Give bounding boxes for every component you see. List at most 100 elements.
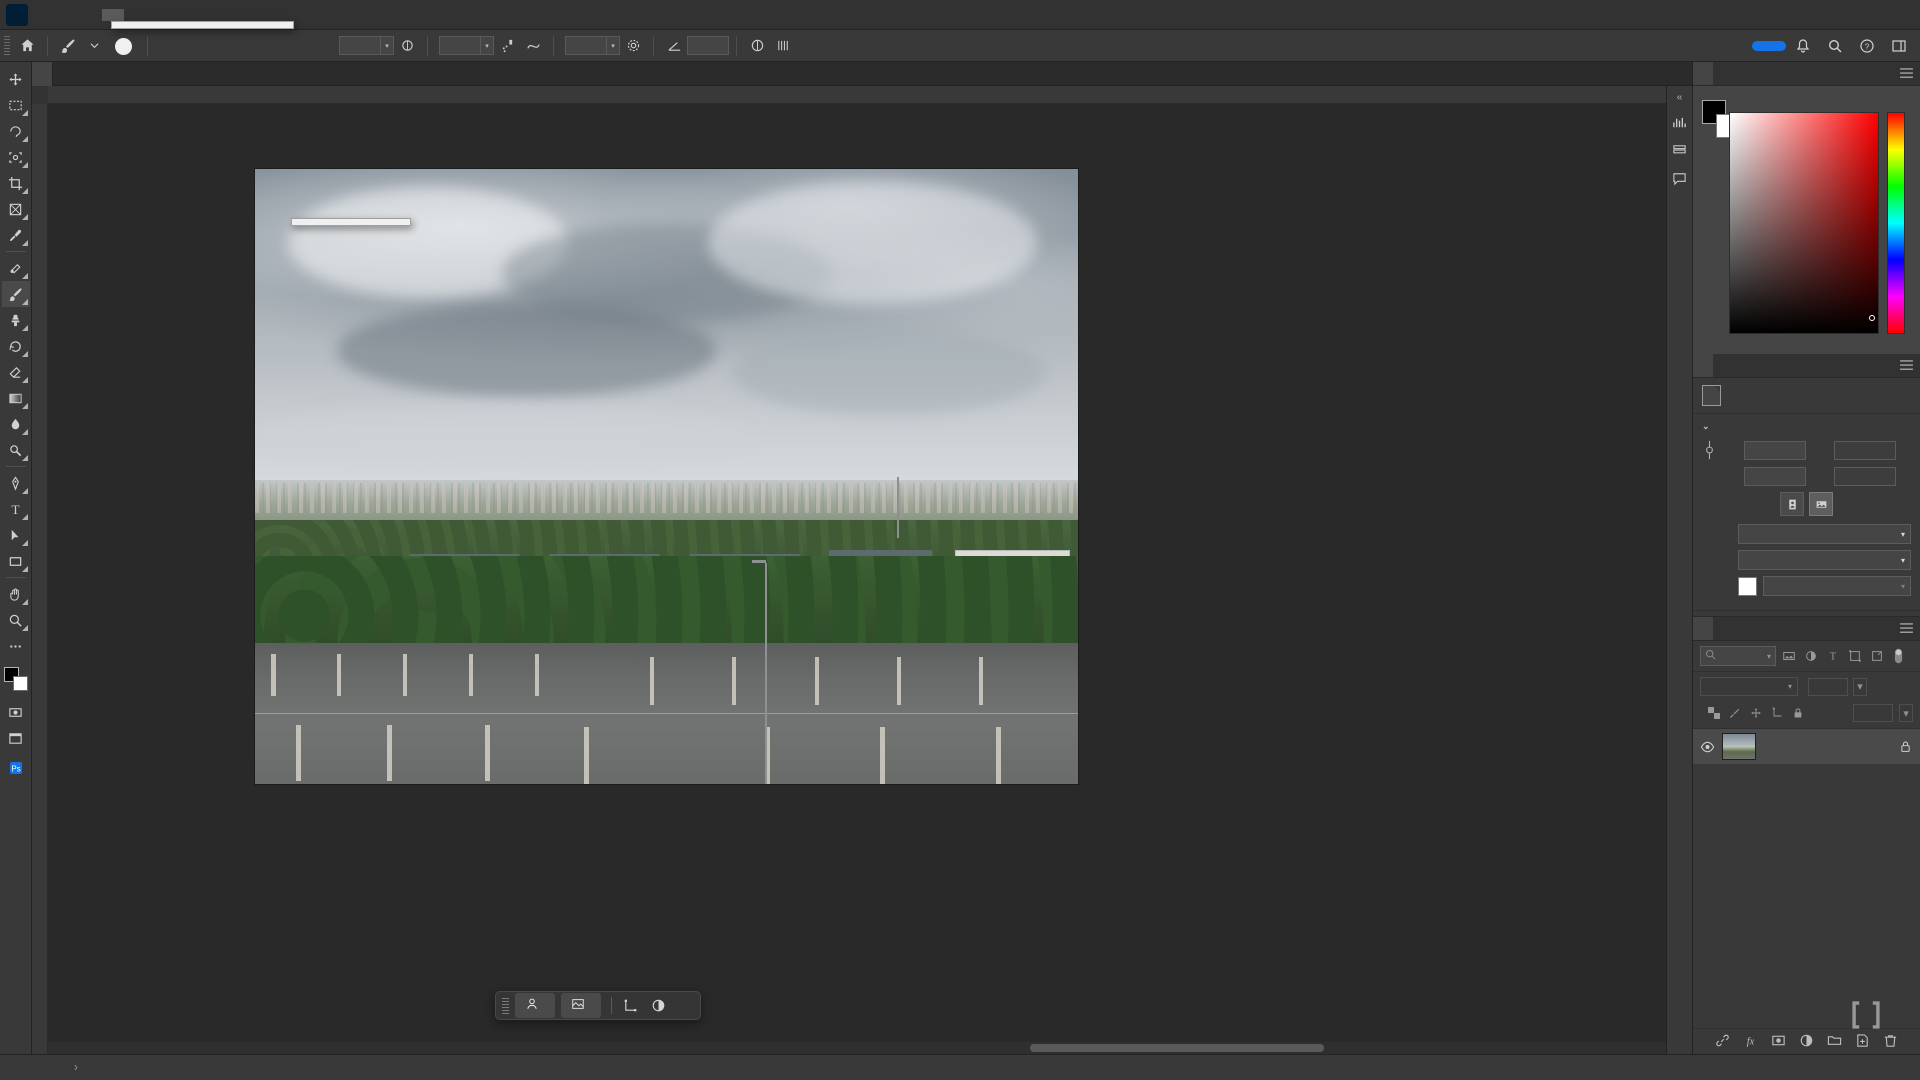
color-picker-handle[interactable] [1869,315,1875,321]
tab-adjustments[interactable] [1713,354,1733,377]
menu-image[interactable] [80,9,102,21]
hue-slider[interactable] [1887,112,1905,334]
layers-panel-menu-icon[interactable] [1893,617,1920,640]
filter-pixel-layers-icon[interactable] [1779,646,1798,666]
tool-screen-mode[interactable] [2,725,30,751]
color-swatches[interactable] [2,665,30,693]
tool-lasso[interactable] [2,118,30,144]
layer-lock-icon[interactable] [1898,740,1913,753]
tool-logo-badge[interactable]: Ps [2,755,30,781]
filter-shape-layers-icon[interactable] [1845,646,1864,666]
remove-background-button[interactable] [561,993,601,1018]
menu-plugins[interactable] [212,9,234,21]
brush-angle-input[interactable] [687,36,729,55]
lock-transparent-pixels-icon[interactable] [1706,705,1721,721]
smoothing-chevron-icon[interactable]: ▾ [607,36,620,55]
layer-thumbnail[interactable] [1722,733,1756,760]
brush-icon[interactable] [55,33,81,59]
close-button[interactable] [1874,0,1920,30]
brush-preset-chevron-icon[interactable] [81,33,107,59]
layer-style-icon[interactable]: fx [1743,1033,1758,1051]
canvas-section-header[interactable]: ⌄ [1693,414,1920,437]
collapse-panels-icon[interactable]: « [1677,92,1683,103]
share-button[interactable] [1752,40,1786,51]
pressure-opacity-icon[interactable] [394,33,420,59]
bit-depth-select[interactable]: ▾ [1738,550,1911,570]
histogram-icon[interactable] [1669,111,1691,133]
fill-color-swatch[interactable] [1738,576,1757,596]
more-options-icon[interactable] [675,995,697,1017]
new-adjustment-layer-icon[interactable] [1799,1033,1814,1051]
flow-chevron-icon[interactable]: ▾ [481,36,494,55]
opacity-chevron-icon[interactable]: ▾ [381,36,394,55]
tool-frame[interactable] [2,196,30,222]
brush-settings-icon[interactable] [770,33,796,59]
portrait-orientation-button[interactable] [1780,492,1804,516]
tab-paths[interactable] [1733,617,1753,640]
document-tab[interactable] [32,62,53,86]
comments-icon[interactable] [1669,167,1691,189]
menu-type[interactable] [124,9,146,21]
color-mode-select[interactable]: ▾ [1738,524,1911,544]
tool-blur[interactable] [2,411,30,437]
tool-zoom[interactable] [2,607,30,633]
background-color-swatch[interactable] [12,676,28,691]
image-canvas[interactable] [255,169,1078,784]
filter-smart-objects-icon[interactable] [1867,646,1886,666]
link-dimensions-icon[interactable] [1702,439,1716,461]
menu-view[interactable] [190,9,212,21]
tool-marquee[interactable] [2,92,30,118]
tool-object-selection[interactable] [2,144,30,170]
table-row[interactable] [1693,729,1920,764]
brush-size-indicator[interactable] [115,38,132,55]
home-icon[interactable] [14,33,40,59]
filter-kind-select[interactable]: ▾ [1700,646,1776,666]
tool-brush[interactable] [1,281,30,307]
tool-dodge[interactable] [2,437,30,463]
filter-adjustment-layers-icon[interactable] [1801,646,1820,666]
blend-mode-select[interactable]: ▾ [1700,677,1798,696]
link-layers-icon[interactable] [1715,1033,1730,1051]
tool-eyedropper[interactable] [2,222,30,248]
tool-shape[interactable] [2,548,30,574]
canvas-area[interactable] [48,104,1692,1054]
select-subject-button[interactable] [515,993,555,1018]
tab-swatches[interactable] [1713,62,1733,85]
new-layer-icon[interactable] [1855,1033,1870,1051]
lock-artboard-nesting-icon[interactable] [1769,705,1784,721]
smoothing-input[interactable] [565,36,607,55]
menu-select[interactable] [146,9,168,21]
options-bar-grip[interactable] [4,35,10,56]
canvas-horizontal-scrollbar[interactable] [48,1042,1684,1054]
layer-fill-input[interactable] [1853,704,1893,722]
airbrush-icon[interactable] [494,33,520,59]
brush-angle-icon[interactable] [661,33,687,59]
transform-icon[interactable] [619,995,641,1017]
vertical-ruler[interactable] [32,104,48,1054]
menu-file[interactable] [36,9,58,21]
history-icon[interactable] [1669,139,1691,161]
new-group-icon[interactable] [1827,1033,1842,1051]
tool-hand[interactable] [2,581,30,607]
symmetry-icon[interactable] [744,33,770,59]
add-layer-mask-icon[interactable] [1771,1033,1786,1051]
tool-edit-toolbar[interactable] [2,633,30,659]
menu-help[interactable] [256,9,278,21]
tab-gradients[interactable] [1733,62,1753,85]
height-input[interactable] [1744,467,1806,486]
layer-fill-chevron-icon[interactable]: ▾ [1899,704,1913,722]
workspace-switcher-icon[interactable] [1884,31,1914,61]
menu-window[interactable] [234,9,256,21]
filter-type-layers-icon[interactable]: T [1823,646,1842,666]
tool-path-selection[interactable] [2,522,30,548]
menu-layer[interactable] [102,8,124,21]
layer-opacity-input[interactable] [1808,677,1848,696]
color-panel[interactable] [1693,86,1920,354]
tool-spot-healing[interactable] [2,255,30,281]
tab-layers[interactable] [1693,617,1713,640]
horizontal-ruler[interactable] [48,86,1692,104]
flow-input[interactable] [439,36,481,55]
scroll-thumb[interactable] [1029,1044,1325,1052]
search-icon[interactable] [1820,31,1850,61]
lock-position-icon[interactable] [1748,705,1763,721]
